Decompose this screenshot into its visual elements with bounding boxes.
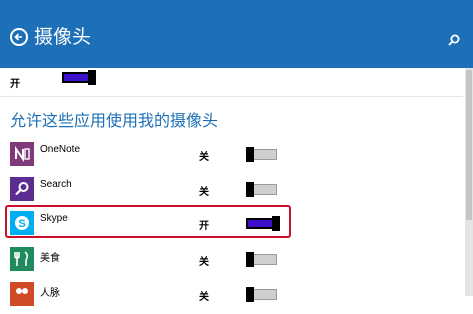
people-camera-toggle[interactable] <box>246 287 278 302</box>
app-name: Search <box>40 179 72 190</box>
app-name: 人脉 <box>40 288 60 299</box>
app-row-food: 美食 关 <box>0 243 463 279</box>
app-name: OneNote <box>40 144 81 155</box>
toggle-track <box>62 72 90 83</box>
search-camera-toggle[interactable] <box>246 182 278 197</box>
app-header: 摄像头 <box>0 0 473 68</box>
toggle-state-label: 关 <box>199 257 209 268</box>
camera-access-state: 开 <box>10 79 20 90</box>
toggle-track <box>253 149 277 160</box>
toggle-thumb <box>88 70 96 85</box>
app-name: 美食 <box>40 253 60 264</box>
onenote-icon <box>10 142 34 166</box>
skype-highlight-box <box>5 205 291 238</box>
camera-access-toggle[interactable] <box>62 70 98 85</box>
search-icon[interactable] <box>447 33 461 47</box>
toggle-track <box>253 289 277 300</box>
toggle-thumb <box>246 252 254 267</box>
app-row-onenote: OneNote 关 <box>0 138 463 174</box>
toggle-state-label: 关 <box>199 152 209 163</box>
onenote-camera-toggle[interactable] <box>246 147 278 162</box>
toggle-thumb <box>246 147 254 162</box>
food-camera-toggle[interactable] <box>246 252 278 267</box>
scrollbar-thumb[interactable] <box>466 70 472 220</box>
page-title: 摄像头 <box>34 27 92 48</box>
divider <box>0 96 463 97</box>
section-title: 允许这些应用使用我的摄像头 <box>10 113 219 130</box>
people-icon <box>10 282 34 306</box>
toggle-thumb <box>246 182 254 197</box>
app-row-people: 人脉 关 <box>0 278 463 314</box>
back-arrow-icon[interactable] <box>10 28 28 46</box>
food-icon <box>10 247 34 271</box>
app-row-search: Search 关 <box>0 173 463 209</box>
toggle-state-label: 关 <box>199 187 209 198</box>
toggle-track <box>253 184 277 195</box>
toggle-track <box>253 254 277 265</box>
search-icon <box>10 177 34 201</box>
toggle-thumb <box>246 287 254 302</box>
